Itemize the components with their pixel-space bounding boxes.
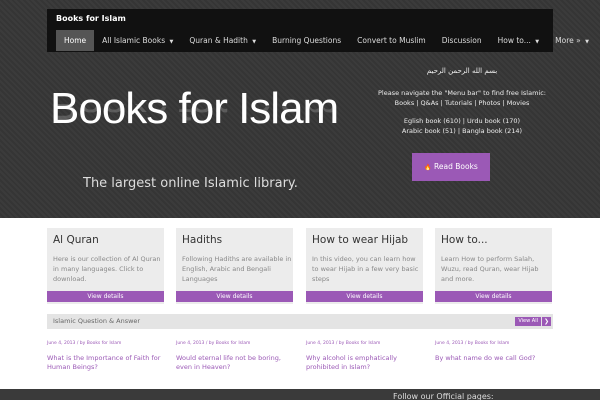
card-text: Here is our collection of Al Quran in ma…: [53, 255, 161, 283]
menu-item-convert-to-muslim[interactable]: Convert to Muslim: [349, 30, 434, 51]
qa-meta[interactable]: June 4, 2013 / by Books for Islam: [176, 341, 298, 346]
main-menu: Home All Islamic Books ▼ Quran & Hadith …: [56, 30, 597, 51]
read-books-label: Read Books: [434, 162, 478, 171]
category-links[interactable]: Books | Q&As | Tutorials | Photos | Movi…: [362, 98, 562, 108]
caret-down-icon: ▼: [169, 39, 174, 45]
card-title: Al Quran: [53, 234, 99, 246]
navbar: Books for Islam Home All Islamic Books ▼…: [47, 9, 589, 52]
hero-section: Books for Islam Home All Islamic Books ▼…: [0, 0, 600, 218]
menu-item-more[interactable]: More » ▼: [547, 30, 597, 51]
qa-link[interactable]: By what name do we call God?: [435, 354, 557, 363]
hero-tagline: The largest online Islamic library.: [83, 176, 298, 191]
fire-icon: 🔥: [424, 164, 432, 171]
qa-link[interactable]: Would eternal life not be boring, even i…: [176, 354, 298, 372]
qa-item: June 4, 2013 / by Books for Islam Why al…: [306, 341, 428, 372]
qa-meta[interactable]: June 4, 2013 / by Books for Islam: [435, 341, 557, 346]
bismillah-text: بسم الله الرحمن الرحيم: [426, 67, 498, 75]
card-text: In this video, you can learn how to wear…: [312, 255, 419, 283]
qa-item: June 4, 2013 / by Books for Islam What i…: [47, 341, 169, 372]
read-books-button[interactable]: 🔥 Read Books: [412, 153, 490, 181]
qa-section-header: Islamic Question & Answer View All ❯: [47, 314, 553, 329]
card-title: How to...: [441, 234, 488, 246]
book-counts-line-1[interactable]: Eglish book (610) | Urdu book (170): [362, 116, 562, 126]
book-counts-line-2[interactable]: Arabic book (51) | Bangla book (214): [362, 126, 562, 136]
caret-down-icon: ▼: [585, 39, 589, 45]
card-title: How to wear Hijab: [312, 234, 409, 246]
content-section: Al Quran Here is our collection of Al Qu…: [0, 218, 600, 389]
qa-link[interactable]: What is the Importance of Faith for Huma…: [47, 354, 169, 372]
caret-down-icon: ▼: [252, 39, 257, 45]
site-brand[interactable]: Books for Islam: [56, 14, 126, 23]
qa-meta[interactable]: June 4, 2013 / by Books for Islam: [47, 341, 169, 346]
menu-item-home[interactable]: Home: [56, 30, 95, 51]
view-details-button[interactable]: View details: [306, 291, 423, 302]
qa-item: June 4, 2013 / by Books for Islam By wha…: [435, 341, 557, 363]
chevron-right-icon[interactable]: ❯: [542, 317, 551, 326]
card-text: Learn How to perform Salah, Wuzu, read Q…: [441, 255, 539, 283]
card-text: Following Hadiths are available in Engli…: [182, 255, 292, 283]
view-details-button[interactable]: View details: [435, 291, 552, 302]
footer-follow-text: Follow our Official pages:: [393, 392, 494, 400]
qa-section-title: Islamic Question & Answer: [53, 317, 141, 325]
caret-down-icon: ▼: [535, 39, 540, 45]
qa-item: June 4, 2013 / by Books for Islam Would …: [176, 341, 298, 372]
qa-meta[interactable]: June 4, 2013 / by Books for Islam: [306, 341, 428, 346]
menu-item-discussion[interactable]: Discussion: [434, 30, 490, 51]
menu-item-all-islamic-books[interactable]: All Islamic Books ▼: [94, 30, 181, 51]
hero-info: بسم الله الرحمن الرحيم Please navigate t…: [362, 66, 562, 136]
nav-instructions: Please navigate the "Menu bar" to find f…: [378, 89, 546, 97]
menu-item-quran-hadith[interactable]: Quran & Hadith ▼: [181, 30, 264, 51]
footer: Follow our Official pages:: [0, 389, 600, 400]
card-title: Hadiths: [182, 234, 223, 246]
qa-link[interactable]: Why alcohol is emphatically prohibited i…: [306, 354, 428, 372]
view-details-button[interactable]: View details: [47, 291, 164, 302]
view-details-button[interactable]: View details: [176, 291, 293, 302]
menu-item-burning-questions[interactable]: Burning Questions: [264, 30, 349, 51]
view-all-button[interactable]: View All: [515, 317, 541, 326]
hero-title-reflection: Books for Islam: [50, 104, 338, 128]
menu-item-how-to[interactable]: How to... ▼: [490, 30, 548, 51]
